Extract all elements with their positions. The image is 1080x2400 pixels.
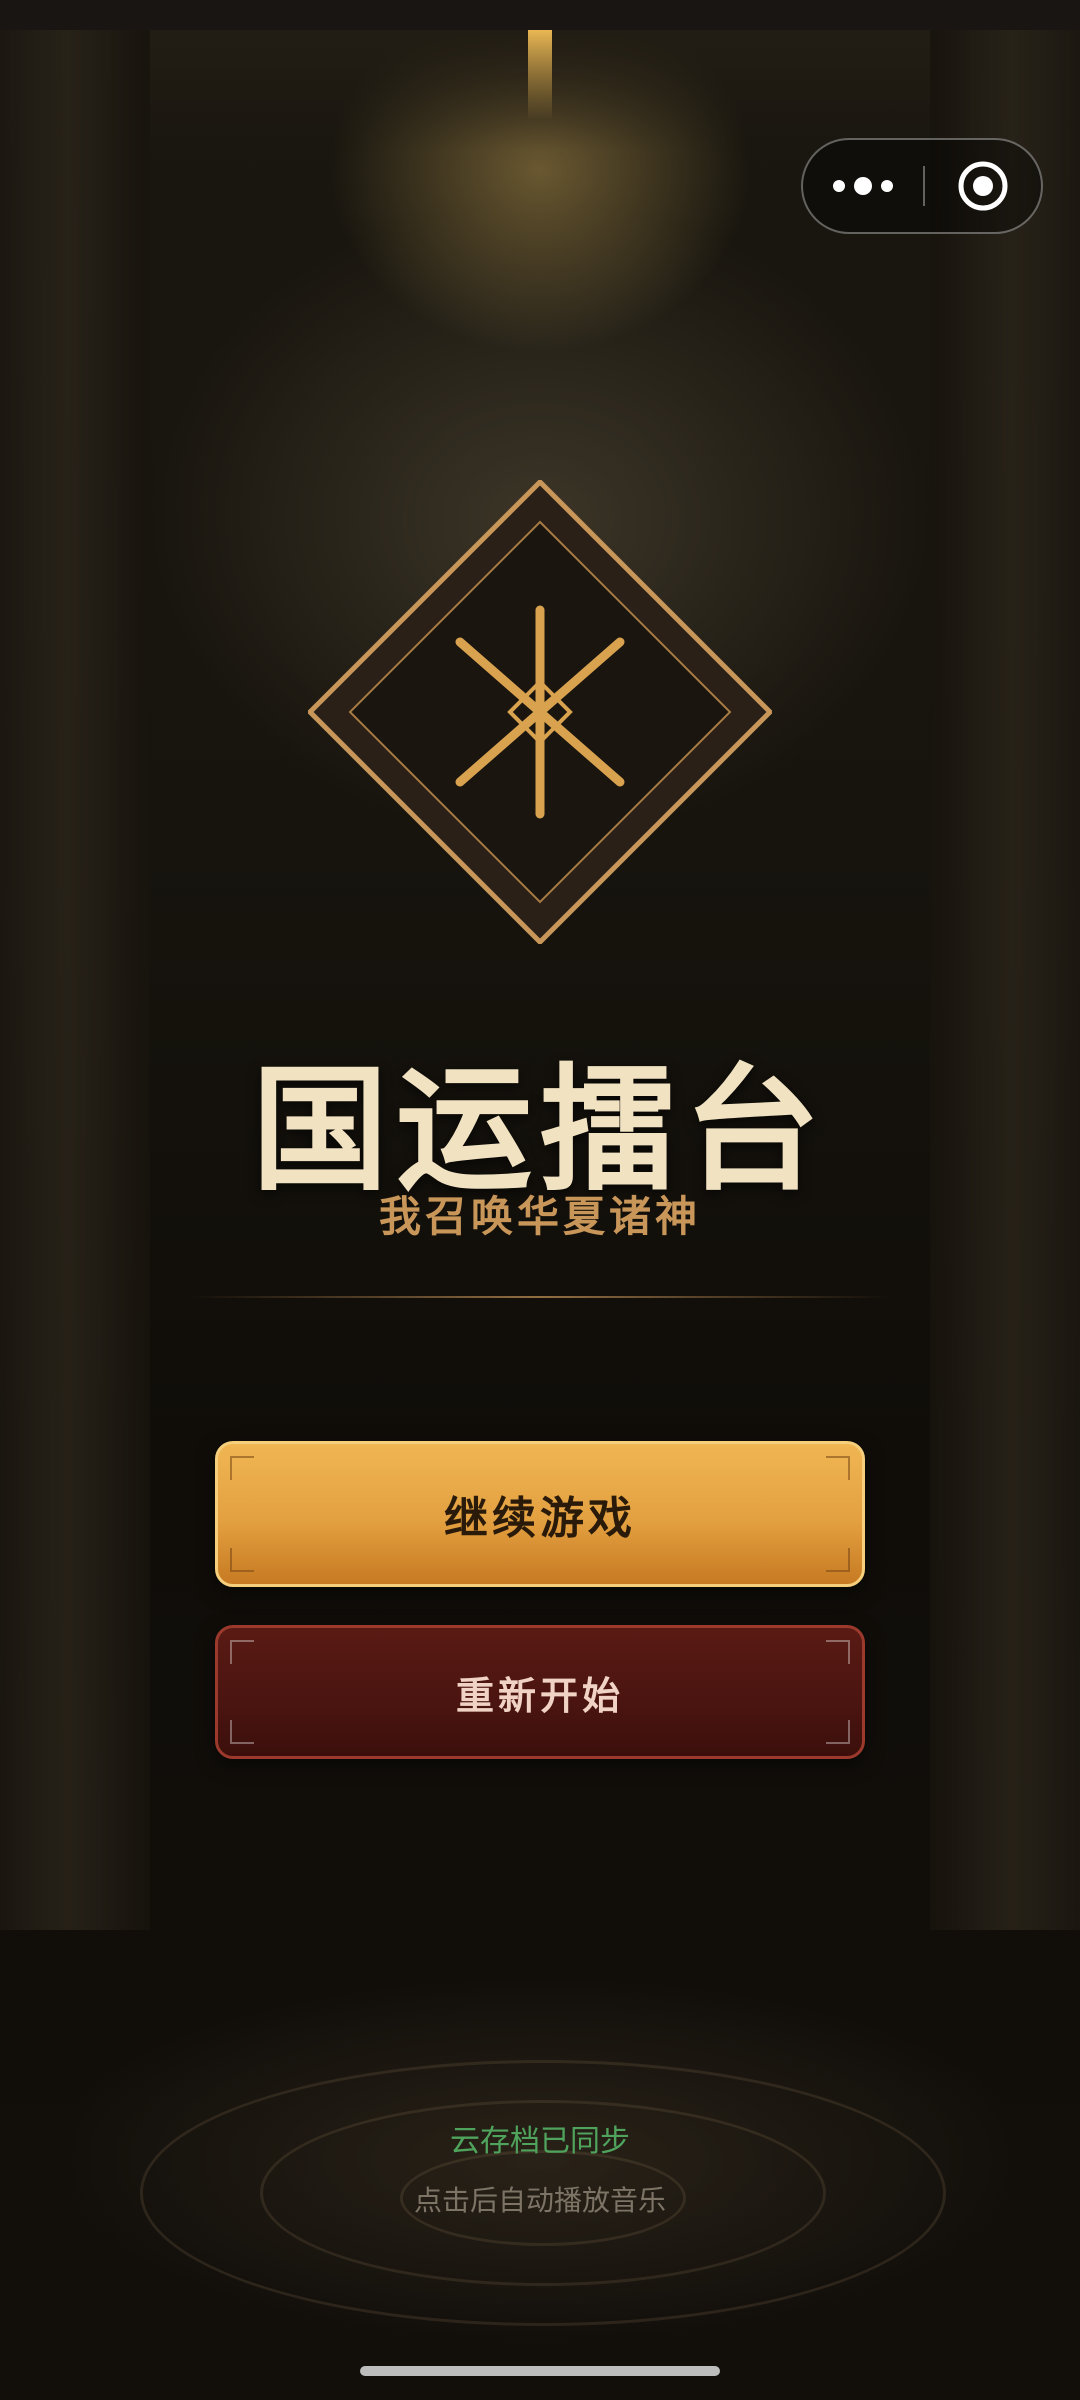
left-pillar bbox=[0, 30, 150, 1930]
restart-game-button[interactable]: 重新开始 bbox=[215, 1625, 865, 1759]
home-indicator[interactable] bbox=[360, 2366, 720, 2376]
continue-game-label: 继续游戏 bbox=[444, 1493, 636, 1544]
corner-ornament bbox=[826, 1720, 850, 1744]
continue-game-button[interactable]: 继续游戏 bbox=[215, 1441, 865, 1587]
music-hint: 点击后自动播放音乐 bbox=[413, 2184, 666, 2217]
corner-ornament bbox=[230, 1720, 254, 1744]
game-emblem-icon bbox=[308, 480, 772, 944]
restart-game-label: 重新开始 bbox=[455, 1673, 624, 1718]
title-divider bbox=[190, 1296, 890, 1298]
corner-ornament bbox=[230, 1640, 254, 1664]
right-pillar bbox=[930, 30, 1080, 1930]
game-subtitle: 我召唤华夏诸神 bbox=[378, 1192, 701, 1241]
corner-ornament bbox=[230, 1456, 254, 1480]
corner-ornament bbox=[230, 1548, 254, 1572]
corner-ornament bbox=[826, 1640, 850, 1664]
cloud-save-status: 云存档已同步 bbox=[450, 2124, 630, 2159]
status-bar bbox=[0, 0, 1080, 30]
corner-ornament bbox=[826, 1456, 850, 1480]
mini-program-capsule bbox=[801, 138, 1043, 234]
light-shaft bbox=[528, 30, 552, 120]
corner-ornament bbox=[826, 1548, 850, 1572]
target-circle-icon[interactable] bbox=[925, 140, 1041, 232]
more-dots-icon[interactable] bbox=[803, 140, 923, 232]
